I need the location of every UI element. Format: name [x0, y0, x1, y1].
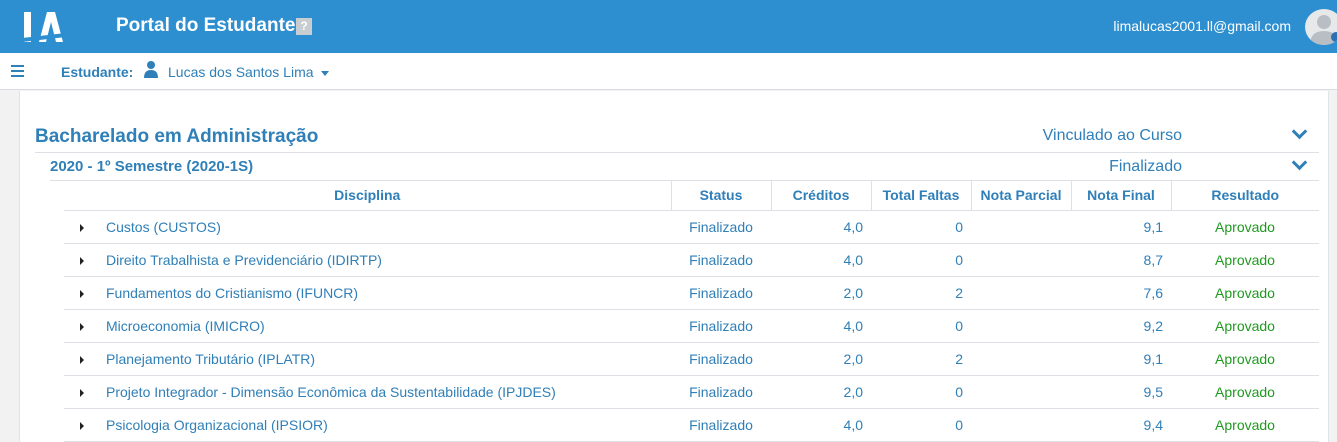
- discipline-name: Custos (CUSTOS): [106, 218, 221, 235]
- credits-cell: 2,0: [771, 375, 871, 409]
- absences-cell: 2: [871, 342, 971, 376]
- column-header: Total Faltas: [871, 181, 972, 211]
- discipline-cell[interactable]: Planejamento Tributário (IPLATR): [64, 342, 671, 376]
- table-row[interactable]: Psicologia Organizacional (IPSIOR) Final…: [64, 408, 1319, 442]
- grades-table: Disciplina Status Créditos Total Faltas …: [64, 181, 1319, 442]
- discipline-name: Projeto Integrador - Dimensão Econômica …: [106, 383, 556, 400]
- expand-caret-icon[interactable]: [80, 322, 84, 331]
- column-header: Disciplina: [64, 181, 672, 211]
- credits-cell: 4,0: [771, 210, 871, 244]
- expand-caret-icon[interactable]: [80, 421, 84, 430]
- discipline-cell[interactable]: Custos (CUSTOS): [64, 210, 671, 244]
- discipline-name: Fundamentos do Cristianismo (IFUNCR): [106, 284, 359, 301]
- absences-cell: 0: [871, 210, 971, 244]
- semester-title: 2020 - 1º Semestre (2020-1S): [50, 158, 254, 175]
- expand-caret-icon[interactable]: [80, 223, 84, 232]
- expand-caret-icon[interactable]: [80, 256, 84, 265]
- table-row[interactable]: Custos (CUSTOS) Finalizado 4,0 0 9,1 Apr…: [64, 210, 1319, 244]
- discipline-cell[interactable]: Fundamentos do Cristianismo (IFUNCR): [64, 276, 671, 310]
- portal-title: Portal do Estudante: [116, 15, 296, 36]
- discipline-cell[interactable]: Direito Trabalhista e Previdenciário (ID…: [64, 243, 671, 277]
- credits-cell: 4,0: [771, 408, 871, 442]
- discipline-name: Direito Trabalhista e Previdenciário (ID…: [106, 251, 382, 268]
- table-row[interactable]: Projeto Integrador - Dimensão Econômica …: [64, 375, 1319, 409]
- absences-cell: 0: [871, 309, 971, 343]
- discipline-name: Planejamento Tributário (IPLATR): [106, 350, 316, 367]
- result-cell: Aprovado: [1171, 276, 1319, 310]
- discipline-cell[interactable]: Projeto Integrador - Dimensão Econômica …: [64, 375, 671, 409]
- caret-down-icon[interactable]: [321, 71, 329, 76]
- iap-logo[interactable]: [22, 8, 92, 46]
- divider: [35, 152, 1319, 153]
- partial-grade-cell: [971, 210, 1071, 244]
- credits-cell: 4,0: [771, 309, 871, 343]
- user-icon: [144, 61, 158, 78]
- student-bar: Estudante: Lucas dos Santos Lima: [0, 53, 1337, 90]
- student-label: Estudante:: [61, 64, 134, 80]
- discipline-name: Psicologia Organizacional (IPSIOR): [106, 416, 328, 433]
- absences-cell: 0: [871, 375, 971, 409]
- result-cell: Aprovado: [1171, 210, 1319, 244]
- table-row[interactable]: Microeconomia (IMICRO) Finalizado 4,0 0 …: [64, 309, 1319, 343]
- absences-cell: 2: [871, 276, 971, 310]
- avatar-icon[interactable]: [1305, 9, 1337, 45]
- final-grade-cell: 9,4: [1071, 408, 1171, 442]
- discipline-name: Microeconomia (IMICRO): [106, 317, 265, 334]
- result-cell: Aprovado: [1171, 375, 1319, 409]
- expand-caret-icon[interactable]: [80, 289, 84, 298]
- final-grade-cell: 9,1: [1071, 210, 1171, 244]
- discipline-cell[interactable]: Psicologia Organizacional (IPSIOR): [64, 408, 671, 442]
- table-row[interactable]: Planejamento Tributário (IPLATR) Finaliz…: [64, 342, 1319, 376]
- column-header: Status: [671, 181, 772, 211]
- hamburger-menu-icon[interactable]: [11, 65, 24, 77]
- result-cell: Aprovado: [1171, 309, 1319, 343]
- partial-grade-cell: [971, 342, 1071, 376]
- result-cell: Aprovado: [1171, 408, 1319, 442]
- result-cell: Aprovado: [1171, 243, 1319, 277]
- partial-grade-cell: [971, 309, 1071, 343]
- credits-cell: 4,0: [771, 243, 871, 277]
- status-cell: Finalizado: [671, 375, 771, 409]
- user-email[interactable]: limalucas2001.ll@gmail.com: [1113, 18, 1291, 34]
- student-selector[interactable]: Lucas dos Santos Lima: [168, 64, 314, 80]
- column-header: Nota Final: [1071, 181, 1172, 211]
- status-cell: Finalizado: [671, 408, 771, 442]
- column-header: Resultado: [1171, 181, 1319, 211]
- column-header: Nota Parcial: [971, 181, 1072, 211]
- course-title: Bacharelado em Administração: [35, 126, 319, 147]
- course-status: Vinculado ao Curso: [1042, 127, 1182, 144]
- credits-cell: 2,0: [771, 276, 871, 310]
- status-cell: Finalizado: [671, 309, 771, 343]
- table-row[interactable]: Fundamentos do Cristianismo (IFUNCR) Fin…: [64, 276, 1319, 310]
- table-row[interactable]: Direito Trabalhista e Previdenciário (ID…: [64, 243, 1319, 277]
- partial-grade-cell: [971, 375, 1071, 409]
- status-cell: Finalizado: [671, 342, 771, 376]
- final-grade-cell: 7,6: [1071, 276, 1171, 310]
- column-header: Créditos: [771, 181, 872, 211]
- status-cell: Finalizado: [671, 276, 771, 310]
- final-grade-cell: 9,1: [1071, 342, 1171, 376]
- expand-caret-icon[interactable]: [80, 388, 84, 397]
- discipline-cell[interactable]: Microeconomia (IMICRO): [64, 309, 671, 343]
- absences-cell: 0: [871, 243, 971, 277]
- status-cell: Finalizado: [671, 243, 771, 277]
- partial-grade-cell: [971, 276, 1071, 310]
- absences-cell: 0: [871, 408, 971, 442]
- status-cell: Finalizado: [671, 210, 771, 244]
- expand-caret-icon[interactable]: [80, 355, 84, 364]
- top-bar: Portal do Estudante ? limalucas2001.ll@g…: [0, 0, 1337, 53]
- credits-cell: 2,0: [771, 342, 871, 376]
- help-icon[interactable]: ?: [296, 18, 312, 35]
- result-cell: Aprovado: [1171, 342, 1319, 376]
- final-grade-cell: 9,2: [1071, 309, 1171, 343]
- final-grade-cell: 8,7: [1071, 243, 1171, 277]
- table-header: Disciplina Status Créditos Total Faltas …: [64, 181, 1319, 211]
- semester-status: Finalizado: [1109, 158, 1182, 175]
- final-grade-cell: 9,5: [1071, 375, 1171, 409]
- partial-grade-cell: [971, 408, 1071, 442]
- partial-grade-cell: [971, 243, 1071, 277]
